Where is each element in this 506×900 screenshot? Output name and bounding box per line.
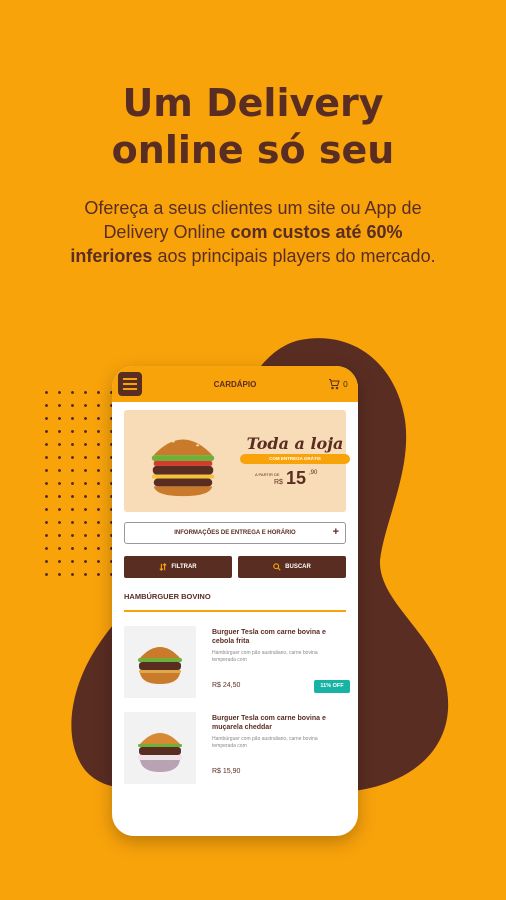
- cart-button[interactable]: 0: [328, 378, 348, 390]
- section-divider: [124, 610, 346, 612]
- banner-price: R$ 15 ,90: [274, 468, 317, 489]
- banner-price-cents: ,90: [308, 470, 318, 476]
- product-item[interactable]: Burguer Tesla com carne bovina e cebola …: [124, 624, 350, 704]
- product-name: Burguer Tesla com carne bovina e muçarel…: [212, 715, 326, 731]
- search-label: BUSCAR: [285, 564, 311, 570]
- search-icon: [273, 563, 281, 571]
- delivery-info-bar[interactable]: INFORMAÇÕES DE ENTREGA E HORÁRIO +: [124, 522, 346, 544]
- product-image: [124, 626, 196, 698]
- filter-button[interactable]: FILTRAR: [124, 556, 232, 578]
- filter-icon: [159, 563, 167, 571]
- product-description: Hambúrguer com pão australiano, carne bo…: [212, 736, 318, 749]
- product-item[interactable]: Burguer Tesla com carne bovina e muçarel…: [124, 710, 346, 790]
- product-price: R$ 15,90: [212, 768, 241, 775]
- banner-pill: COM ENTREGA GRÁTIS: [240, 454, 350, 464]
- phone-mockup: CARDÁPIO 0 Toda a loja COM ENTREGA GRÁTI…: [112, 366, 358, 836]
- burger-image: [138, 647, 182, 684]
- discount-badge: 11% OFF: [314, 680, 350, 693]
- product-name: Burguer Tesla com carne bovina e cebola …: [212, 629, 326, 645]
- cart-icon: [328, 379, 340, 390]
- search-button[interactable]: BUSCAR: [238, 556, 346, 578]
- delivery-info-label: INFORMAÇÕES DE ENTREGA E HORÁRIO: [174, 530, 296, 536]
- app-header: CARDÁPIO 0: [112, 366, 358, 402]
- promo-banner[interactable]: Toda a loja COM ENTREGA GRÁTIS A PARTIR …: [124, 410, 350, 512]
- burger-image: [151, 436, 215, 497]
- cart-count: 0: [342, 379, 348, 389]
- plus-icon: +: [332, 526, 339, 538]
- app-title: CARDÁPIO: [213, 379, 257, 389]
- product-description: Hambúrguer com pão australiano, carne bo…: [212, 650, 318, 663]
- banner-price-value: 15: [285, 468, 306, 488]
- product-price: R$ 24,50: [212, 682, 241, 689]
- banner-title: Toda a loja: [246, 434, 344, 453]
- product-image: [124, 712, 196, 784]
- section-title: HAMBÚRGUER BOVINO: [124, 592, 211, 601]
- banner-currency: R$: [274, 479, 283, 486]
- filter-label: FILTRAR: [171, 564, 197, 570]
- burger-image: [138, 733, 182, 772]
- menu-button[interactable]: [118, 372, 142, 396]
